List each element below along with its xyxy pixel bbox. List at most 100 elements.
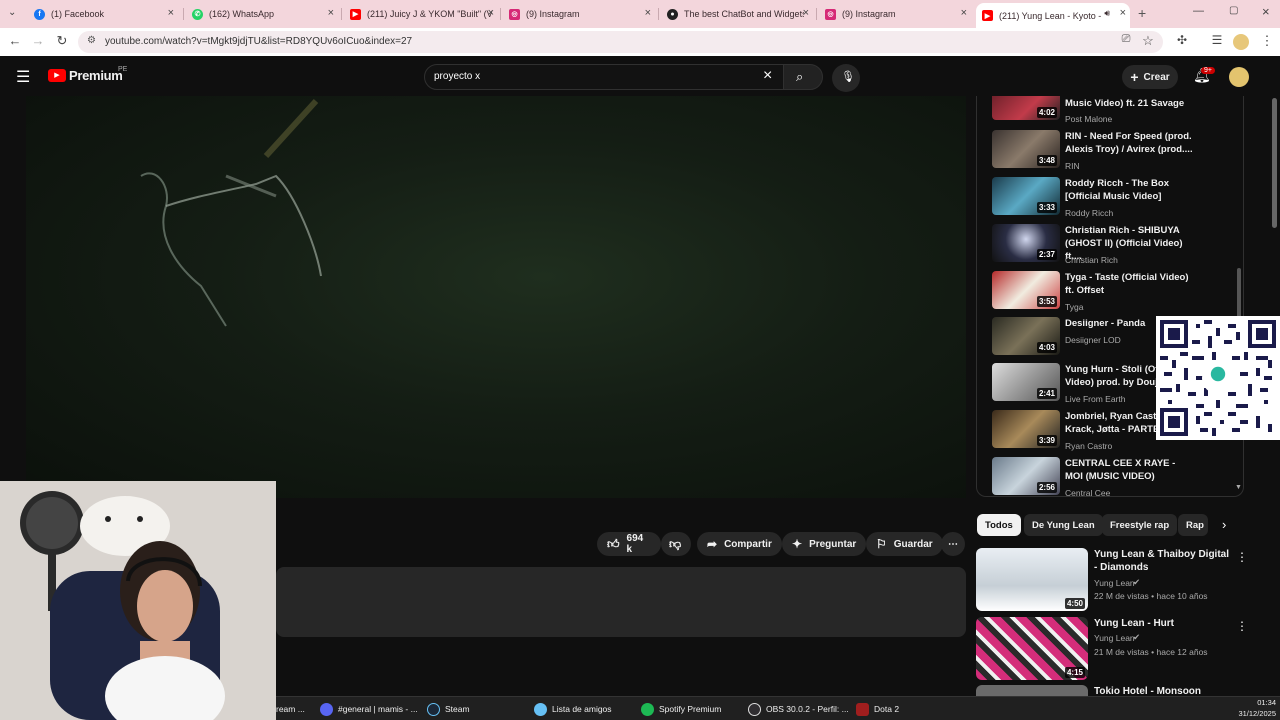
sparkle-icon: ✦ (792, 537, 803, 551)
tab-instagram[interactable]: ◎ (9) Instagram × (503, 3, 655, 25)
tab-chatbot[interactable]: ● The best ChatBot and Widgets × (661, 3, 813, 25)
new-tab-icon[interactable]: + (1138, 5, 1146, 21)
close-icon[interactable]: × (803, 7, 809, 19)
taskbar-item-steam[interactable]: Steam (427, 701, 470, 717)
logo-text[interactable]: Premium (69, 68, 123, 83)
playlist-item[interactable]: 2:37 Christian Rich - SHIBUYA (GHOST II)… (992, 224, 1242, 266)
close-icon[interactable]: × (961, 7, 967, 19)
like-button[interactable]: 👍︎ 694 k (597, 532, 661, 556)
search-input[interactable]: proyecto x (434, 71, 480, 82)
playlist-channel: Live From Earth (1065, 394, 1126, 404)
search-icon: ⌕ (796, 69, 804, 84)
github-icon: ● (667, 8, 678, 20)
close-window-icon[interactable]: × (1262, 4, 1270, 19)
reading-list-icon[interactable]: ☰ (1208, 33, 1226, 47)
more-actions-button[interactable]: ⋯ (941, 532, 965, 556)
youtube-logo-icon[interactable]: ▶ (48, 69, 66, 82)
rec-video-item[interactable]: 4:15 Yung Lean - Hurt Yung Lean ✔ 21 M d… (976, 617, 1256, 683)
playlist-thumbnail: 4:02 (992, 96, 1060, 120)
webcam-feed (0, 481, 276, 720)
system-clock[interactable]: 01:34 31/12/2025 (1234, 697, 1276, 719)
clear-search-icon[interactable]: × (763, 67, 772, 85)
playlist-channel: RIN (1065, 161, 1080, 171)
rec-video-item[interactable]: 4:50 Yung Lean & Thaiboy Digital - Diamo… (976, 548, 1256, 614)
region-code: PE (118, 66, 128, 73)
chip-de-yung-lean[interactable]: De Yung Lean (1024, 514, 1103, 536)
clock-date: 31/12/2025 (1238, 709, 1276, 718)
playlist-title: Tyga - Taste (Official Video) ft. Offset (1065, 272, 1189, 296)
close-icon[interactable]: × (328, 7, 334, 19)
url-field[interactable]: ⚙ youtube.com/watch?v=tMgkt9jdjTU&list=R… (78, 31, 1163, 53)
more-vertical-icon[interactable]: ⋮ (1236, 550, 1248, 564)
rec-duration: 4:15 (1064, 667, 1085, 678)
audio-icon[interactable]: 🔊︎ (1104, 8, 1110, 19)
tab-youtube-juicy[interactable]: ▶ (211) Juicy J & YKOM "Built" (V × (344, 3, 498, 25)
close-icon[interactable]: × (168, 7, 174, 19)
playlist-item[interactable]: 3:48 RIN - Need For Speed (prod. Alexis … (992, 130, 1242, 172)
save-button[interactable]: ⚐ Guardar (866, 532, 943, 556)
tab-facebook[interactable]: f (1) Facebook × (28, 3, 178, 25)
playlist-item[interactable]: 2:56 CENTRAL CEE X RAYE - MOI (MUSIC VID… (992, 457, 1242, 496)
site-info-icon[interactable]: ⚙ (87, 35, 96, 46)
address-bar-row: ← → ↻ ⚙ youtube.com/watch?v=tMgkt9jdjTU&… (0, 28, 1280, 56)
close-icon[interactable]: × (488, 7, 494, 19)
playlist-thumbnail: 2:37 (992, 224, 1060, 262)
playlist-channel: Ryan Castro (1065, 441, 1113, 451)
taskbar-item-friends[interactable]: Lista de amigos (534, 701, 612, 717)
search-button[interactable]: ⌕ (783, 64, 823, 90)
taskbar-item-discord[interactable]: #general | mamis - ... (320, 701, 418, 717)
profile-avatar[interactable] (1233, 34, 1249, 50)
forward-icon[interactable]: → (29, 33, 47, 48)
playlist-item[interactable]: 3:33 Roddy Ricch - The Box [Official Mus… (992, 177, 1242, 219)
menu-kebab-icon[interactable]: ⋮ (1258, 33, 1276, 49)
chip-freestyle-rap[interactable]: Freestyle rap (1102, 514, 1178, 536)
minimize-icon[interactable]: — (1193, 5, 1204, 17)
description-box[interactable] (276, 567, 966, 637)
maximize-icon[interactable]: ▢ (1229, 5, 1238, 16)
back-icon[interactable]: ← (6, 33, 24, 48)
video-player[interactable] (26, 96, 966, 498)
search-box[interactable]: proyecto x × (424, 64, 784, 90)
chip-rap[interactable]: Rap (1178, 514, 1208, 536)
tab-label: (211) Yung Lean - Kyoto - (999, 10, 1102, 21)
rec-thumbnail: 4:50 (976, 548, 1088, 611)
scroll-down-icon[interactable]: ▼ (1235, 484, 1242, 491)
taskbar-label: Steam (445, 704, 470, 714)
voice-search-button[interactable]: 🎙︎ (832, 64, 860, 92)
share-button[interactable]: ➦ Compartir (697, 532, 782, 556)
qr-code-image (1160, 320, 1276, 436)
playlist-scrollbar[interactable] (1237, 268, 1241, 323)
taskbar-item-stream[interactable]: ream ... (276, 701, 305, 717)
taskbar-item-obs[interactable]: OBS 30.0.2 - Perfil: ... (748, 701, 849, 717)
reload-icon[interactable]: ↻ (53, 33, 71, 49)
dislike-button[interactable]: 👎︎ (661, 532, 691, 556)
share-arrow-icon: ➦ (707, 537, 718, 551)
rec-thumbnail: 4:15 (976, 617, 1088, 680)
page-scrollbar[interactable] (1272, 98, 1277, 228)
verified-icon: ✔ (1133, 577, 1141, 587)
tab-search-icon[interactable]: ⌄ (8, 7, 16, 18)
youtube-icon: ▶ (982, 10, 993, 21)
extensions-icon[interactable]: ✣ (1173, 33, 1191, 47)
chevron-right-icon[interactable]: › (1222, 517, 1226, 532)
close-icon[interactable]: × (1120, 7, 1126, 19)
more-vertical-icon[interactable]: ⋮ (1236, 619, 1248, 633)
create-button[interactable]: + Crear (1122, 65, 1178, 89)
ask-button[interactable]: ✦ Preguntar (782, 532, 867, 556)
ask-label: Preguntar (809, 538, 857, 550)
browser-tab-bar: ⌄ f (1) Facebook × ✆ (162) WhatsApp × ▶ … (0, 0, 1280, 28)
playlist-item[interactable]: 3:53 Tyga - Taste (Official Video) ft. O… (992, 271, 1242, 313)
youtube-header: ☰ ▶ Premium PE proyecto x × ⌕ 🎙︎ + Crear… (0, 56, 1280, 96)
tab-instagram-2[interactable]: ◎ (9) Instagram × (819, 3, 971, 25)
tab-youtube-active[interactable]: ▶ (211) Yung Lean - Kyoto - 🔊︎ × (976, 3, 1130, 28)
hamburger-menu-icon[interactable]: ☰ (16, 67, 30, 87)
bookmark-star-icon[interactable]: ☆ (1139, 33, 1157, 49)
account-avatar[interactable] (1229, 67, 1249, 87)
rec-video-item[interactable]: Tokio Hotel - Monsoon (976, 685, 1256, 696)
install-icon[interactable]: ⎚ (1117, 33, 1135, 46)
taskbar-item-dota[interactable]: Dota 2 (856, 701, 899, 717)
chip-all[interactable]: Todos (977, 514, 1021, 536)
taskbar-item-spotify[interactable]: Spotify Premium (641, 701, 721, 717)
close-icon[interactable]: × (645, 7, 651, 19)
tab-whatsapp[interactable]: ✆ (162) WhatsApp × (186, 3, 338, 25)
